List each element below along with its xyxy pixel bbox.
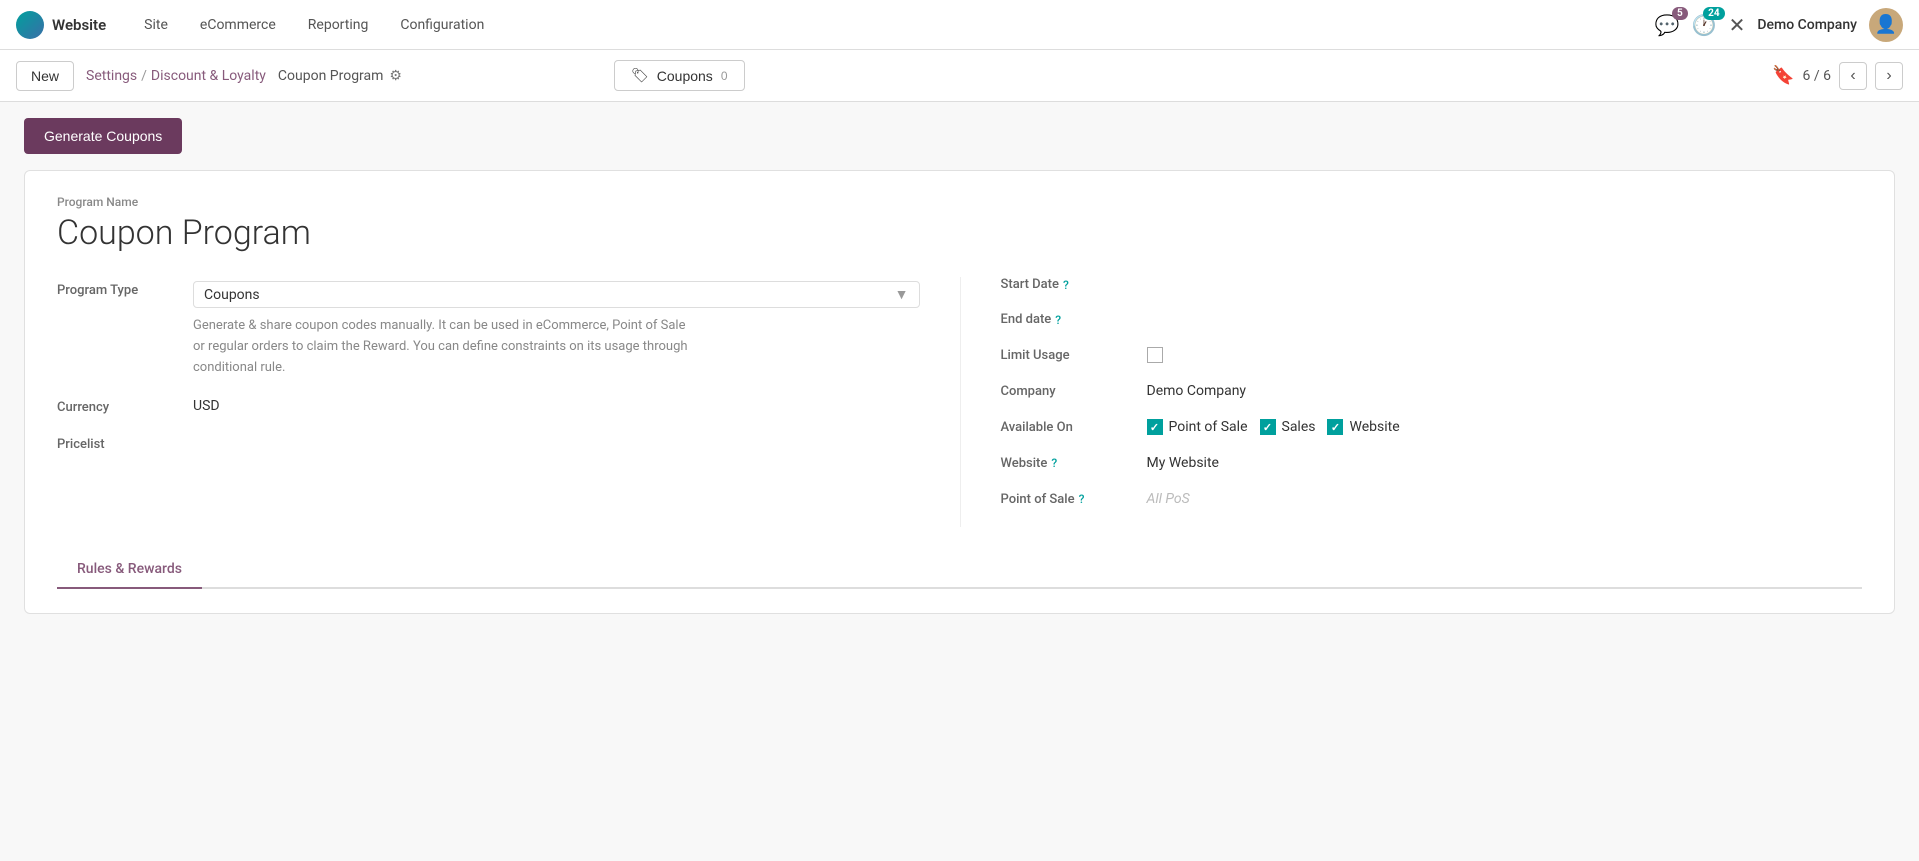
program-type-label: Program Type: [57, 277, 177, 298]
start-date-row: Start Date ?: [1001, 277, 1863, 292]
website-row: Website ? My Website: [1001, 455, 1863, 471]
form-right-column: Start Date ? End date ? Limit Usage: [960, 277, 1863, 527]
breadcrumb-discount-loyalty[interactable]: Discount & Loyalty: [151, 68, 266, 84]
currency-value[interactable]: USD: [193, 394, 920, 414]
breadcrumb-current-label: Coupon Program: [278, 68, 384, 84]
company-name[interactable]: Demo Company: [1757, 17, 1857, 33]
available-website-checkbox[interactable]: [1327, 419, 1343, 435]
coupons-label: Coupons: [657, 68, 713, 84]
avatar[interactable]: 👤: [1869, 8, 1903, 42]
end-date-label: End date ?: [1001, 312, 1131, 327]
available-on-options: Point of Sale Sales Website: [1147, 419, 1863, 435]
available-pos-checkbox[interactable]: [1147, 419, 1163, 435]
available-website-label: Website: [1349, 419, 1399, 435]
program-type-description: Generate & share coupon codes manually. …: [193, 316, 693, 378]
limit-usage-label: Limit Usage: [1001, 348, 1131, 363]
pos-help-icon[interactable]: ?: [1079, 492, 1085, 506]
logo-icon: [16, 11, 44, 39]
settings-button[interactable]: ✕: [1729, 13, 1746, 37]
available-website-item: Website: [1327, 419, 1399, 435]
available-pos-label: Point of Sale: [1169, 419, 1248, 435]
pagination-total: 6: [1823, 68, 1831, 84]
tabs-section: Rules & Rewards: [57, 551, 1862, 589]
form-columns: Program Type Coupons ▼ Generate & share …: [57, 277, 1862, 527]
pos-value[interactable]: All PoS: [1147, 491, 1863, 507]
program-type-select[interactable]: Coupons ▼: [193, 281, 920, 308]
pagination-current: 6: [1803, 68, 1811, 84]
end-date-help-icon[interactable]: ?: [1055, 313, 1061, 327]
sub-navigation: New Settings / Discount & Loyalty Coupon…: [0, 50, 1919, 102]
program-name-value[interactable]: Coupon Program: [57, 213, 1862, 253]
limit-usage-value: [1147, 347, 1863, 363]
available-pos-item: Point of Sale: [1147, 419, 1248, 435]
pagination-text: 6 / 6: [1803, 68, 1831, 84]
company-row: Company Demo Company: [1001, 383, 1863, 399]
available-sales-checkbox[interactable]: [1260, 419, 1276, 435]
program-type-dropdown-icon: ▼: [895, 286, 909, 303]
breadcrumb-current: Coupon Program ⚙: [278, 68, 402, 84]
start-date-help-icon[interactable]: ?: [1063, 278, 1069, 292]
nav-item-site[interactable]: Site: [130, 11, 182, 39]
breadcrumb-separator: /: [141, 68, 147, 84]
wrench-icon: ✕: [1729, 13, 1746, 37]
pricelist-row: Pricelist: [57, 431, 920, 452]
pricelist-label: Pricelist: [57, 431, 177, 452]
pos-label: Point of Sale ?: [1001, 492, 1131, 507]
company-label: Company: [1001, 384, 1131, 399]
form-left-column: Program Type Coupons ▼ Generate & share …: [57, 277, 960, 527]
bookmark-icon[interactable]: 🔖: [1772, 65, 1794, 86]
breadcrumb: Settings / Discount & Loyalty: [86, 68, 266, 84]
currency-row: Currency USD: [57, 394, 920, 415]
activity-button[interactable]: 🕐 24: [1692, 13, 1717, 37]
nav-item-configuration[interactable]: Configuration: [386, 11, 498, 39]
website-value[interactable]: My Website: [1147, 455, 1863, 471]
form-card: Program Name Coupon Program Program Type…: [24, 170, 1895, 614]
top-navigation: Website Site eCommerce Reporting Configu…: [0, 0, 1919, 50]
nav-item-reporting[interactable]: Reporting: [294, 11, 383, 39]
program-type-row: Program Type Coupons ▼ Generate & share …: [57, 277, 920, 378]
limit-usage-checkbox[interactable]: [1147, 347, 1163, 363]
avatar-icon: 👤: [1875, 14, 1897, 35]
nav-right-area: 💬 5 🕐 24 ✕ Demo Company 👤: [1655, 8, 1903, 42]
currency-label: Currency: [57, 394, 177, 415]
tag-icon: 🏷: [631, 67, 649, 84]
pagination-prev-button[interactable]: ‹: [1839, 62, 1867, 90]
generate-coupons-button[interactable]: Generate Coupons: [24, 118, 182, 154]
gear-icon[interactable]: ⚙: [389, 68, 402, 84]
tabs-bar: Rules & Rewards: [57, 551, 1862, 589]
company-value[interactable]: Demo Company: [1147, 383, 1863, 399]
activity-badge: 24: [1703, 7, 1724, 20]
start-date-label: Start Date ?: [1001, 277, 1131, 292]
nav-item-ecommerce[interactable]: eCommerce: [186, 11, 290, 39]
program-type-selected: Coupons: [204, 287, 887, 303]
coupons-count: 0: [721, 69, 728, 83]
nav-menu: Site eCommerce Reporting Configuration: [130, 11, 1631, 39]
main-content: Generate Coupons Program Name Coupon Pro…: [0, 102, 1919, 630]
app-name: Website: [52, 16, 106, 34]
available-on-row: Available On Point of Sale Sales Webs: [1001, 419, 1863, 435]
app-logo[interactable]: Website: [16, 11, 106, 39]
breadcrumb-settings[interactable]: Settings: [86, 68, 137, 84]
available-on-label: Available On: [1001, 420, 1131, 435]
coupons-button[interactable]: 🏷 Coupons 0: [614, 60, 745, 91]
limit-usage-row: Limit Usage: [1001, 347, 1863, 363]
program-name-label: Program Name: [57, 195, 1862, 209]
program-type-value: Coupons ▼ Generate & share coupon codes …: [193, 277, 920, 378]
website-label: Website ?: [1001, 456, 1131, 471]
pagination-area: 🔖 6 / 6 ‹ ›: [1772, 62, 1903, 90]
chat-badge: 5: [1672, 7, 1688, 20]
pricelist-value[interactable]: [193, 431, 920, 435]
new-button[interactable]: New: [16, 61, 74, 91]
pagination-separator: /: [1814, 68, 1823, 84]
available-sales-item: Sales: [1260, 419, 1316, 435]
end-date-row: End date ?: [1001, 312, 1863, 327]
available-sales-label: Sales: [1282, 419, 1316, 435]
tab-rules-rewards[interactable]: Rules & Rewards: [57, 551, 202, 589]
program-name-section: Program Name Coupon Program: [57, 195, 1862, 253]
website-help-icon[interactable]: ?: [1051, 456, 1057, 470]
pagination-next-button[interactable]: ›: [1875, 62, 1903, 90]
pos-row: Point of Sale ? All PoS: [1001, 491, 1863, 507]
chat-button[interactable]: 💬 5: [1655, 13, 1680, 37]
